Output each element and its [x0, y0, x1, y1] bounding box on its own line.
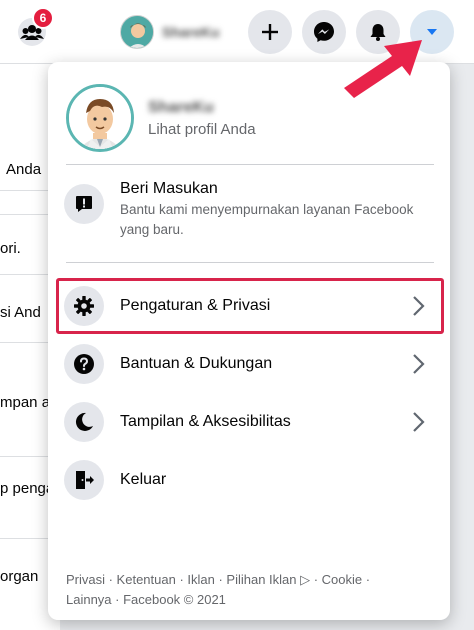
- icon-container: [64, 184, 104, 224]
- moon-icon: [75, 412, 93, 431]
- highlight-box: [56, 278, 444, 334]
- logout-label: Keluar: [120, 471, 167, 488]
- view-profile-link[interactable]: Lihat profil Anda: [148, 121, 256, 138]
- notification-count-badge: 6: [32, 7, 54, 29]
- divider: [66, 262, 434, 263]
- display-accessibility-item[interactable]: Tampilan & Aksesibilitas: [64, 400, 436, 444]
- give-feedback-item[interactable]: Beri Masukan Bantu kami menyempurnakan l…: [64, 180, 436, 240]
- profile-name: ShareKu: [162, 24, 220, 40]
- exclamation-icon: [76, 196, 92, 212]
- help-support-label: Bantuan & Dukungan: [120, 355, 273, 372]
- help-support-item[interactable]: Bantuan & Dukungan: [64, 342, 436, 386]
- avatar: [66, 84, 134, 152]
- create-button[interactable]: [248, 10, 292, 54]
- divider: [66, 164, 434, 165]
- icon-container: [64, 402, 104, 442]
- feedback-title: Beri Masukan: [120, 180, 218, 197]
- footer-line[interactable]: Lainnya · Facebook © 2021: [66, 590, 426, 610]
- avatar: [120, 15, 154, 49]
- background-text: Anda: [6, 161, 42, 178]
- profile-link[interactable]: ShareKu Lihat profil Anda: [66, 84, 256, 152]
- icon-container: [64, 460, 104, 500]
- plus-icon: [262, 24, 278, 40]
- background-text: p penga: [0, 480, 55, 497]
- logout-item[interactable]: Keluar: [64, 458, 436, 502]
- display-accessibility-label: Tampilan & Aksesibilitas: [120, 413, 291, 430]
- chevron-right-icon: [413, 354, 425, 374]
- footer-links[interactable]: Privasi · Ketentuan · Iklan · Pilihan Ik…: [66, 570, 426, 610]
- logout-icon: [76, 471, 94, 489]
- background-text: mpan a: [0, 394, 51, 411]
- footer-line[interactable]: Privasi · Ketentuan · Iklan · Pilihan Ik…: [66, 570, 426, 590]
- icon-container: [64, 344, 104, 384]
- account-dropdown-menu: ShareKu Lihat profil Anda Beri Masukan B…: [48, 62, 450, 620]
- annotation-arrow: [344, 40, 422, 98]
- feedback-description: Bantu kami menyempurnakan layanan Facebo…: [120, 202, 414, 237]
- chevron-right-icon: [413, 412, 425, 432]
- profile-name: ShareKu: [148, 98, 214, 116]
- profile-shortcut[interactable]: ShareKu: [120, 12, 220, 52]
- background-text: si And: [0, 304, 41, 321]
- question-icon: [74, 354, 94, 374]
- background-text: ori.: [0, 240, 21, 257]
- background-text: organ: [0, 568, 39, 585]
